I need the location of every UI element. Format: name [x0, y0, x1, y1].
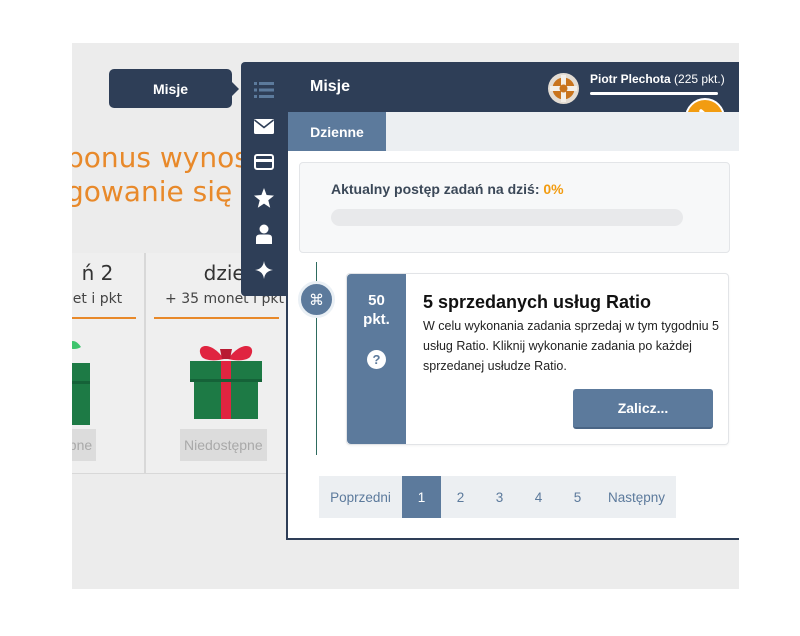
unavailable-badge: Niedostępne: [180, 429, 267, 461]
sparkle-icon: [255, 261, 273, 279]
user-points: (225 pkt.): [674, 72, 725, 86]
app-stage: bonus wynos gowanie się c ń 2 et i pkt ę…: [72, 43, 739, 589]
list-icon: [254, 82, 274, 98]
page-1[interactable]: 1: [402, 476, 441, 518]
day-card-subtitle: et i pkt: [72, 291, 123, 307]
command-icon: ⌘: [298, 281, 335, 318]
points-unit: pkt.: [363, 311, 390, 328]
card-icon: [254, 154, 274, 170]
progress-label: Aktualny postęp zadań na dziś: 0%: [331, 181, 564, 197]
day-card-divider: [154, 317, 279, 319]
avatar[interactable]: [548, 73, 579, 104]
menu-tooltip-label: Misje: [152, 80, 188, 97]
progress-bar: [331, 209, 683, 226]
pagination: Poprzedni 1 2 3 4 5 Następny: [319, 476, 676, 518]
tab-daily-label: Dzienne: [310, 123, 364, 140]
task-card: 50 pkt. ? 5 sprzedanych usług Ratio W ce…: [346, 273, 729, 445]
background-heading-line1: bonus wynos: [72, 141, 249, 174]
missions-panel: Misje Piotr Plechota (225 pkt.) Dzienne: [286, 62, 739, 540]
pagination-next[interactable]: Następny: [597, 476, 676, 518]
nav-profile-button[interactable]: [241, 216, 287, 252]
claim-button[interactable]: Zalicz...: [573, 389, 713, 429]
menu-tooltip: Misje: [109, 69, 239, 108]
gift-icon: [72, 341, 90, 425]
points-value: 50: [368, 292, 385, 309]
page-3[interactable]: 3: [480, 476, 519, 518]
day-card-title: ń 2: [81, 261, 114, 285]
panel-title: Misje: [310, 78, 351, 95]
gift-icon: [190, 345, 262, 419]
nav-payments-button[interactable]: [241, 144, 287, 180]
page-5[interactable]: 5: [558, 476, 597, 518]
page-4[interactable]: 4: [519, 476, 558, 518]
envelope-icon: [254, 118, 274, 134]
tab-bar: Dzienne: [288, 112, 739, 151]
side-nav: [241, 62, 287, 296]
unavailable-badge: ępne: [72, 429, 97, 461]
progress-text: Aktualny postęp zadań na dziś:: [331, 181, 540, 197]
help-icon[interactable]: ?: [367, 350, 386, 369]
day-card[interactable]: ń 2 et i pkt ępne: [72, 253, 145, 474]
day-card-divider: [72, 317, 136, 319]
nav-bonus-button[interactable]: [241, 252, 287, 288]
star-icon: [254, 188, 274, 208]
pagination-prev[interactable]: Poprzedni: [319, 476, 402, 518]
task-description: W celu wykonania zadania sprzedaj w tym …: [423, 319, 719, 373]
panel-header: Misje Piotr Plechota (225 pkt.): [288, 62, 739, 112]
user-display[interactable]: Piotr Plechota (225 pkt.): [590, 72, 725, 86]
page-2[interactable]: 2: [441, 476, 480, 518]
nav-missions-button[interactable]: [241, 72, 287, 108]
user-level-bar: [590, 92, 718, 95]
user-name: Piotr Plechota: [590, 72, 671, 86]
progress-percent: 0%: [543, 181, 564, 197]
task-points: 50 pkt. ?: [347, 274, 406, 444]
background-heading-line2: gowanie się c: [72, 175, 257, 208]
user-icon: [256, 224, 272, 244]
nav-achievements-button[interactable]: [241, 180, 287, 216]
progress-box: Aktualny postęp zadań na dziś: 0%: [299, 162, 730, 253]
points-label: 50 pkt.: [347, 291, 406, 329]
tab-daily[interactable]: Dzienne: [288, 112, 386, 151]
task-title: 5 sprzedanych usług Ratio: [423, 292, 652, 312]
nav-messages-button[interactable]: [241, 108, 287, 144]
